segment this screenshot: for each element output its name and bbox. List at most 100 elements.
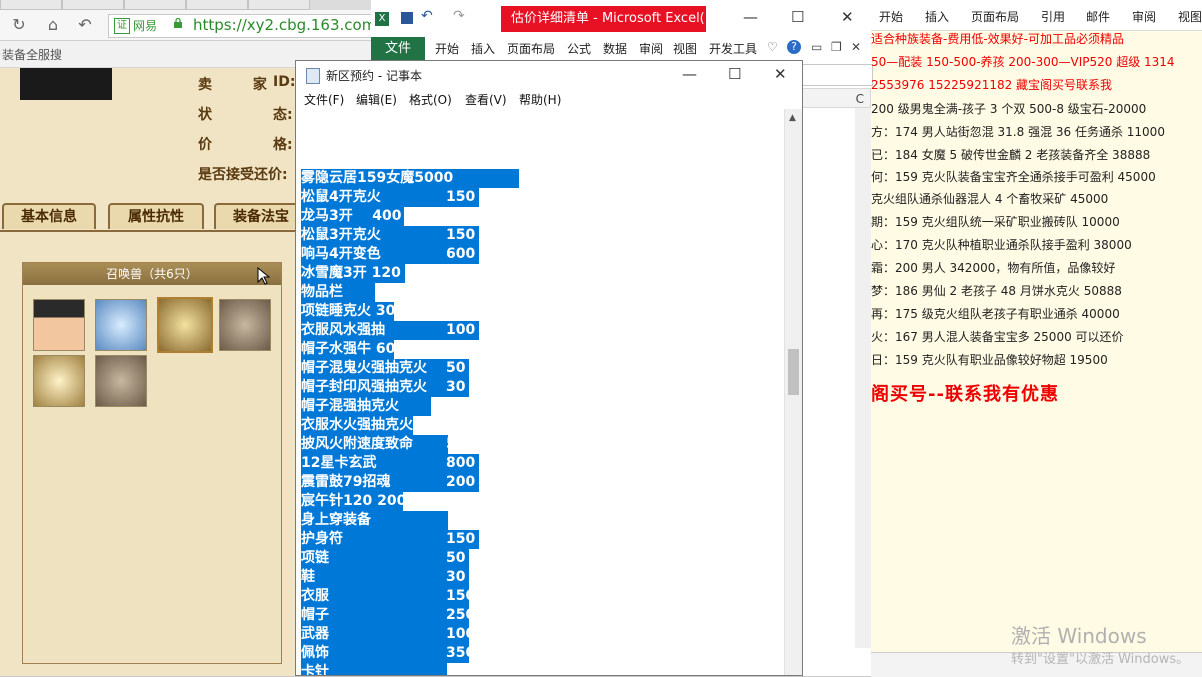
pet-avatar[interactable] [95,355,147,407]
text-line[interactable]: 佩饰 350 [301,644,469,663]
menu-view[interactable]: 查看(V) [465,91,507,108]
ribbon-tab[interactable]: 开发工具 [709,40,757,57]
ribbon-tab[interactable]: 邮件 [1086,8,1110,25]
save-icon[interactable] [401,12,413,24]
text-line[interactable]: 鞋 30 [301,568,469,587]
menu-edit[interactable]: 编辑(E) [356,91,397,108]
bookmark-item[interactable]: 装备全服搜 [2,46,62,63]
notepad-scrollbar[interactable]: ▲ [784,109,802,675]
ribbon-tab[interactable]: 开始 [879,8,903,25]
line-label: 12星卡玄武 [301,455,377,471]
minimize-icon[interactable]: ▭ [811,40,822,54]
text-line[interactable]: 松鼠4开克火 150 [301,188,479,207]
scroll-thumb[interactable] [788,349,799,395]
line-label: 宸午针120 200 [301,493,403,509]
text-line[interactable]: 响马4开变色 600 [301,245,479,264]
line-label: 震雷鼓79招魂 [301,474,391,490]
text-line[interactable]: 松鼠3开克火 150 [301,226,479,245]
line-value: 600 [446,246,476,262]
ribbon-tab[interactable]: 页面布局 [971,8,1019,25]
text-line[interactable]: 帽子混强抽克火20 [301,397,431,416]
browser-tab[interactable] [0,0,62,10]
text-line[interactable]: 雾隐云居159女魔5000 [301,169,519,188]
text-line[interactable]: 帽子水强牛 60 [301,340,394,359]
menu-format[interactable]: 格式(O) [409,91,452,108]
browser-tab[interactable] [248,0,310,10]
pet-avatar[interactable] [95,299,147,351]
ribbon-tab[interactable]: 审阅 [1132,8,1156,25]
text-line[interactable]: 物品栏 [301,283,375,302]
text-line[interactable]: 衣服水火强抽克火30 [301,416,413,435]
excel-ribbon-tabs: 开始 插入 页面布局 公式 数据 审阅 视图 开发工具 ♡ ? ▭ ❐ ✕ [371,40,871,58]
tab-attributes[interactable]: 属性抗性 [108,203,204,229]
menu-help[interactable]: 帮助(H) [519,91,561,108]
ribbon-tab[interactable]: 视图 [1178,8,1202,25]
line-label: 佩饰 [301,645,329,661]
pet-avatar[interactable] [33,299,85,351]
ribbon-tab[interactable]: 数据 [603,40,627,57]
text-line[interactable]: 冰雪魔3开 120 [301,264,405,283]
ribbon-tab[interactable]: 插入 [471,40,495,57]
text-line[interactable]: 项链睡克火 30 [301,302,394,321]
line-label: 帽子 [301,607,329,623]
browser-tab[interactable] [186,0,248,10]
restore-icon[interactable]: ❐ [831,40,842,54]
maximize-icon[interactable]: ☐ [728,65,741,83]
ribbon-tab[interactable]: 视图 [673,40,697,57]
maximize-icon[interactable]: ☐ [791,8,804,26]
address-bar[interactable]: 证 网易 https://xy2.cbg.163.com/eq [108,14,400,38]
browser-tab[interactable] [124,0,186,10]
text-line[interactable]: 武器 100 [301,625,469,644]
text-line[interactable]: 衣服 150 [301,587,469,606]
tab-equipment[interactable]: 装备法宝 [214,203,308,229]
ribbon-tab[interactable]: 插入 [925,8,949,25]
notepad-menu-bar: 文件(F) 编辑(E) 格式(O) 查看(V) 帮助(H) [296,89,802,109]
menu-file[interactable]: 文件(F) [304,91,344,108]
seller-id-label: ID: [273,74,296,90]
ribbon-tab[interactable]: 公式 [567,40,591,57]
undo-icon[interactable]: ↶ [421,8,433,24]
close-icon[interactable]: ✕ [841,8,854,26]
help-icon[interactable]: ? [787,40,801,54]
minimize-icon[interactable]: — [743,8,758,26]
scrollbar[interactable] [855,108,871,648]
pet-avatar[interactable] [219,299,271,351]
reload-icon[interactable]: ↻ [8,14,30,36]
text-line[interactable]: 帽子混鬼火强抽克火 50 [301,359,469,378]
ribbon-tab[interactable]: 审阅 [639,40,663,57]
ribbon-tab[interactable]: 引用 [1041,8,1065,25]
redo-icon[interactable]: ↷ [453,8,465,24]
text-line[interactable]: 衣服风水强抽 100 [301,321,479,340]
pet-avatar[interactable] [33,355,85,407]
site-name: 网易 [133,19,158,33]
document-line: 梦：186 男仙 2 老孩子 48 月饼水克火 50888 [871,284,1122,298]
column-header-c[interactable]: C [801,88,871,108]
ribbon-tab[interactable]: 页面布局 [507,40,555,57]
undo-icon[interactable]: ↶ [74,14,96,36]
pet-avatar-selected[interactable] [157,297,213,353]
text-line[interactable]: 龙马3开 400 [301,207,404,226]
ribbon-collapse-icon[interactable]: ♡ [767,40,778,54]
notepad-text-area[interactable]: 雾隐云居159女魔5000 松鼠4开克火 150 龙马3开 400 松鼠3开克火 150 响… [296,109,784,675]
text-line[interactable]: 项链 50 [301,549,469,568]
word-ribbon-tabs: 开始 插入 页面布局 引用 邮件 审阅 视图 [871,0,1202,31]
minimize-icon[interactable]: — [682,65,697,83]
text-line[interactable]: 12星卡玄武 800 [301,454,479,473]
text-line[interactable]: 护身符 150 [301,530,479,549]
text-line[interactable]: 披风火附速度致命 50 [301,435,448,454]
formula-bar[interactable] [801,64,873,86]
document-line: 已：184 女魔 5 破传世金麟 2 老孩装备齐全 38888 [871,148,1151,162]
text-line[interactable]: 身上穿装备 [301,511,448,530]
browser-tab[interactable] [62,0,124,10]
text-line[interactable]: 帽子 250 [301,606,469,625]
close-icon[interactable]: ✕ [774,65,787,83]
text-line[interactable]: 卡针 [301,663,447,675]
home-icon[interactable]: ⌂ [42,14,64,36]
close-icon[interactable]: ✕ [851,40,861,54]
ribbon-tab[interactable]: 开始 [435,40,459,57]
tab-basic-info[interactable]: 基本信息 [2,203,96,229]
text-line[interactable]: 帽子封印风强抽克火 30 [301,378,469,397]
text-line[interactable]: 震雷鼓79招魂 200 [301,473,479,492]
scroll-up-icon[interactable]: ▲ [789,113,796,123]
text-line[interactable]: 宸午针120 200 [301,492,403,511]
